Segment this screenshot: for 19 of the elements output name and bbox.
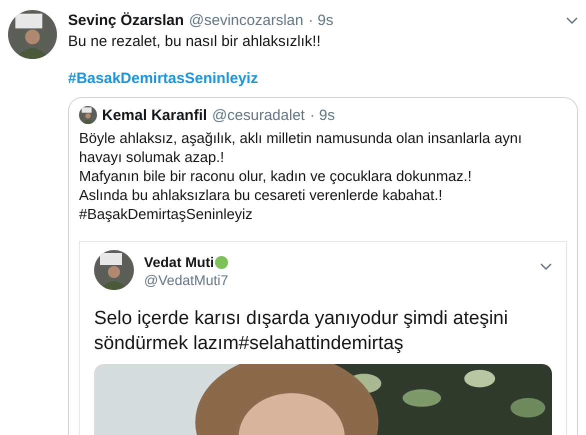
quoted-tweet-text: Mafyanın bile bir raconu olur, kadın ve çocuklara dokunmaz.!: [79, 168, 473, 187]
quoted-tweet-card[interactable]: [68, 97, 578, 435]
screenshot-author-name: Vedat Muti: [144, 254, 214, 270]
screenshot-author-handle: @VedatMuti7: [144, 272, 228, 288]
quoted-author-handle: @cesuradalet: [212, 106, 305, 124]
quoted-tweet-time: · 9s: [310, 106, 335, 124]
quoted-author-name: Kemal Karanfil: [102, 106, 208, 124]
quoted-tweet-text: Böyle ahlaksız, aşağılık, aklı milletin namusunda olan insanlarla aynı havayı solumak azap.!: [79, 130, 523, 168]
circle-icon: [215, 256, 228, 268]
tweet-text: Bu ne rezalet, bu nasıl bir ahlaksızlık!!: [68, 32, 322, 52]
chevron-down-icon[interactable]: [540, 263, 552, 271]
hashtag-link[interactable]: #BasakDemirtasSeninleyiz: [68, 70, 258, 87]
author-name[interactable]: Sevinç Özarslan: [68, 12, 184, 29]
quoted-tweet-text: Aslında bu ahlaksızlara bu cesareti verenlerde kabahat.!: [79, 187, 444, 206]
author-handle[interactable]: @sevincozarslan: [188, 12, 304, 29]
quoted-tweet-text: #BaşakDemirtaşSeninleyiz: [79, 206, 254, 225]
screenshot-tweet-text: Selo içerde karısı dışarda yanıyodur şimdi ateşini söndürmek lazım#selahattindemirtaş: [94, 307, 509, 356]
chevron-down-icon[interactable]: [566, 16, 578, 24]
tweet-time[interactable]: · 9s: [308, 12, 334, 29]
